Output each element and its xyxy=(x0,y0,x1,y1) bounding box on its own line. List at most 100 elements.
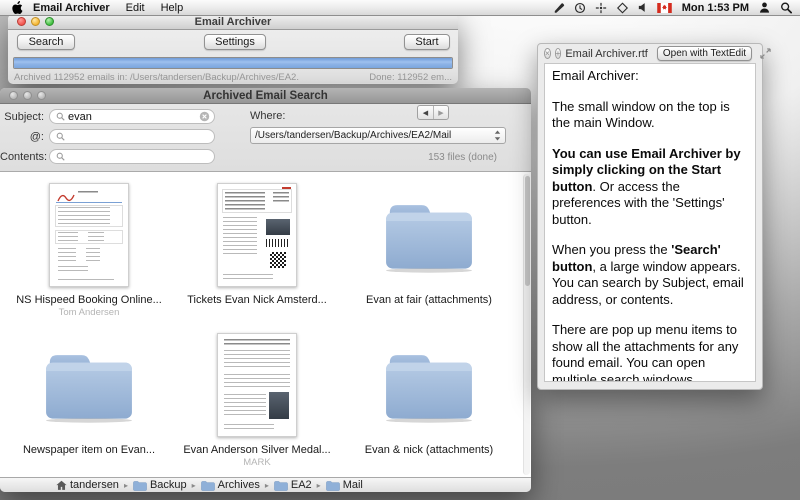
path-segment-archives[interactable]: Archives xyxy=(201,479,260,491)
address-label: @: xyxy=(0,131,44,143)
diamond-icon[interactable] xyxy=(616,2,629,14)
subject-label: Subject: xyxy=(0,111,44,123)
folder-icon xyxy=(133,480,147,491)
file-name: Tickets Evan Nick Amsterd... xyxy=(187,294,327,306)
path-segment-label: tandersen xyxy=(70,479,119,491)
main-window-titlebar[interactable]: Email Archiver xyxy=(8,14,458,30)
minimize-button[interactable] xyxy=(23,91,32,100)
document-thumbnail[interactable] xyxy=(217,328,297,442)
flag-canada-icon[interactable] xyxy=(657,3,672,13)
folder-icon[interactable] xyxy=(373,328,485,442)
where-dropdown[interactable]: /Users/tandersen/Backup/Archives/EA2/Mai… xyxy=(250,127,506,144)
path-segment-label: Mail xyxy=(343,479,363,491)
progress-fill xyxy=(14,58,452,68)
document-thumbnail[interactable] xyxy=(217,178,297,292)
document-thumbnail xyxy=(217,183,297,287)
settings-button[interactable]: Settings xyxy=(204,34,266,50)
file-grid: NS Hispeed Booking Online...Tom Andersen… xyxy=(0,172,531,477)
search-form: Subject: @: Contents: Where: /Users/tand… xyxy=(0,104,531,172)
document-paragraph: The small window on the top is the main … xyxy=(552,99,748,132)
menu-item-edit[interactable]: Edit xyxy=(126,2,145,14)
file-item[interactable]: Tickets Evan Nick Amsterd... xyxy=(178,178,336,328)
search-window-titlebar[interactable]: Archived Email Search xyxy=(0,88,531,104)
document-thumbnail xyxy=(217,333,297,437)
path-segment-ea2[interactable]: EA2 xyxy=(274,479,312,491)
subject-field[interactable] xyxy=(49,109,215,124)
apple-menu-icon[interactable] xyxy=(12,1,23,14)
fullscreen-icon[interactable] xyxy=(760,48,771,59)
file-item[interactable]: Evan Anderson Silver Medal...MARK xyxy=(178,328,336,477)
add-icon[interactable]: + xyxy=(555,48,562,59)
file-name: NS Hispeed Booking Online... xyxy=(16,294,162,306)
document-paragraph: When you press the 'Search' button, a la… xyxy=(552,242,748,308)
menu-bar: Email Archiver Edit Help Mon 1:53 PM xyxy=(0,0,800,16)
time-machine-icon[interactable] xyxy=(574,2,586,14)
contents-input[interactable] xyxy=(68,151,210,163)
user-icon[interactable] xyxy=(759,1,770,14)
close-button[interactable] xyxy=(9,91,18,100)
search-icon xyxy=(56,152,65,161)
zoom-button[interactable] xyxy=(37,91,46,100)
document-thumbnail xyxy=(49,183,129,287)
scrollbar-thumb[interactable] xyxy=(525,176,530,286)
folder-icon[interactable] xyxy=(33,328,145,442)
document-paragraph: There are pop up menu items to show all … xyxy=(552,322,748,382)
preview-window: × + Email Archiver.rtf Open with TextEdi… xyxy=(537,43,763,390)
menu-clock[interactable]: Mon 1:53 PM xyxy=(682,2,749,14)
main-window-title: Email Archiver xyxy=(8,16,458,28)
search-button[interactable]: Search xyxy=(17,34,75,50)
address-input[interactable] xyxy=(68,131,210,143)
subject-input[interactable] xyxy=(68,111,199,123)
archived-email-search-window: Archived Email Search Subject: @: Conten… xyxy=(0,88,531,492)
preview-content: Email Archiver: The small window on the t… xyxy=(544,63,756,382)
forward-button[interactable]: ▶ xyxy=(433,106,448,119)
archive-status-text: Archived 112952 emails in: /Users/tander… xyxy=(14,72,299,83)
file-name: Evan at fair (attachments) xyxy=(366,294,492,306)
address-field[interactable] xyxy=(49,129,215,144)
files-count: 153 files (done) xyxy=(428,152,497,163)
path-segment-tandersen[interactable]: tandersen xyxy=(56,479,119,491)
back-button[interactable]: ◀ xyxy=(418,106,433,119)
scrollbar[interactable] xyxy=(523,174,530,475)
contents-field[interactable] xyxy=(49,149,215,164)
menu-bar-right: Mon 1:53 PM xyxy=(554,1,800,14)
zoom-button[interactable] xyxy=(45,17,54,26)
path-segment-mail[interactable]: Mail xyxy=(326,479,363,491)
file-item[interactable]: Newspaper item on Evan... xyxy=(0,328,178,477)
path-separator: ▸ xyxy=(124,481,128,490)
folder-icon[interactable] xyxy=(373,178,485,292)
document-paragraph: Email Archiver: xyxy=(552,68,748,85)
preview-title: Email Archiver.rtf xyxy=(565,48,648,60)
history-nav: ◀ ▶ xyxy=(417,105,449,120)
file-name: Evan Anderson Silver Medal... xyxy=(183,444,330,456)
open-with-textedit-button[interactable]: Open with TextEdit xyxy=(657,46,752,61)
pen-icon[interactable] xyxy=(554,2,565,14)
spotlight-icon[interactable] xyxy=(780,1,792,14)
crosshair-icon[interactable] xyxy=(595,2,607,14)
folder-icon xyxy=(201,480,215,491)
folder-icon xyxy=(274,480,288,491)
document-paragraph: You can use Email Archiver by simply cli… xyxy=(552,146,748,229)
where-label: Where: xyxy=(250,110,285,122)
document-thumbnail[interactable] xyxy=(49,178,129,292)
clear-icon[interactable] xyxy=(199,111,210,122)
file-item[interactable]: NS Hispeed Booking Online...Tom Andersen xyxy=(0,178,178,328)
close-icon[interactable]: × xyxy=(544,48,551,59)
file-item[interactable]: Evan at fair (attachments) xyxy=(336,178,522,328)
close-button[interactable] xyxy=(17,17,26,26)
path-segment-backup[interactable]: Backup xyxy=(133,479,187,491)
minimize-button[interactable] xyxy=(31,17,40,26)
popup-arrows-icon xyxy=(494,130,501,141)
contents-label: Contents: xyxy=(0,151,44,163)
path-bar: tandersen▸Backup▸Archives▸EA2▸Mail xyxy=(0,477,531,492)
email-archiver-window: Email Archiver Search Settings Start Arc… xyxy=(8,14,458,84)
start-button[interactable]: Start xyxy=(404,34,450,50)
volume-icon[interactable] xyxy=(638,2,648,13)
where-value: /Users/tandersen/Backup/Archives/EA2/Mai… xyxy=(255,130,494,141)
menu-item-help[interactable]: Help xyxy=(161,2,184,14)
path-separator: ▸ xyxy=(317,481,321,490)
path-segment-label: Archives xyxy=(218,479,260,491)
preview-titlebar[interactable]: × + Email Archiver.rtf Open with TextEdi… xyxy=(538,44,762,63)
file-item[interactable]: Evan & nick (attachments) xyxy=(336,328,522,477)
menu-item-email-archiver[interactable]: Email Archiver xyxy=(33,2,110,14)
